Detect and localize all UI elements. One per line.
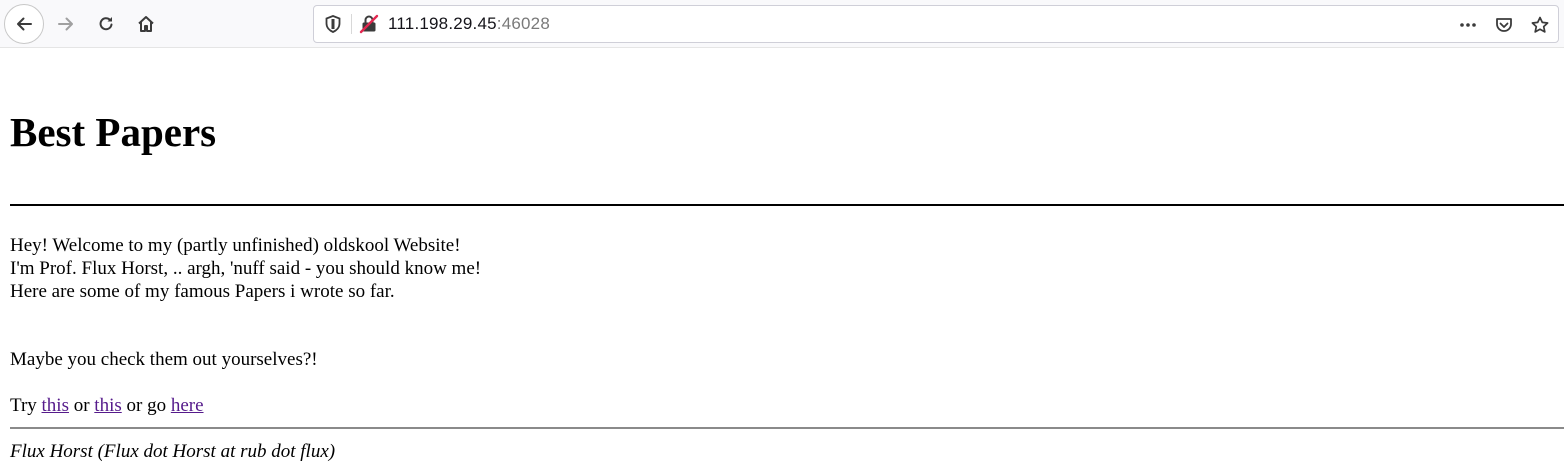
forward-button[interactable] [46,4,86,44]
intro-text: Hey! Welcome to my (partly unfinished) o… [10,234,481,303]
url-actions [1450,11,1558,39]
paper-link-1[interactable]: this [42,395,69,416]
links-line: Try this or this or go here [10,394,204,417]
browser-toolbar: 111.198.29.45:46028 [0,0,1564,48]
back-button[interactable] [4,4,44,44]
intro-line-3: Here are some of my famous Papers i wrot… [10,281,395,302]
here-link[interactable]: here [171,395,204,416]
try-prefix: Try [10,395,42,416]
home-button[interactable] [126,4,166,44]
intro-line-2: I'm Prof. Flux Horst, .. argh, 'nuff sai… [10,258,482,279]
intro-line-1: Hey! Welcome to my (partly unfinished) o… [10,235,461,256]
call-to-action-text: Maybe you check them out yourselves?! [10,349,318,370]
url-bar[interactable]: 111.198.29.45:46028 [313,5,1559,43]
more-dots-icon [1460,23,1476,27]
arrow-left-icon [17,17,32,31]
page-actions-button[interactable] [1450,11,1486,39]
reload-button[interactable] [86,4,126,44]
page-title: Best Papers [10,109,217,155]
pocket-button[interactable] [1486,11,1522,39]
home-icon [138,16,154,32]
try-mid-1: or [68,395,95,416]
url-port: :46028 [496,14,550,33]
paper-link-2[interactable]: this [94,395,121,416]
heading-divider [10,204,1564,206]
reload-icon [99,17,113,31]
try-mid-2: or go [121,395,171,416]
url-text[interactable]: 111.198.29.45:46028 [388,14,550,34]
bookmark-button[interactable] [1522,11,1558,39]
url-separator [351,14,352,34]
insecure-lock-icon[interactable] [359,14,379,34]
pocket-icon [1496,18,1512,32]
footer-divider [10,427,1564,429]
shield-icon[interactable] [323,14,343,34]
star-icon [1531,16,1549,33]
arrow-right-icon [58,17,73,31]
url-host: 111.198.29.45 [388,14,497,33]
